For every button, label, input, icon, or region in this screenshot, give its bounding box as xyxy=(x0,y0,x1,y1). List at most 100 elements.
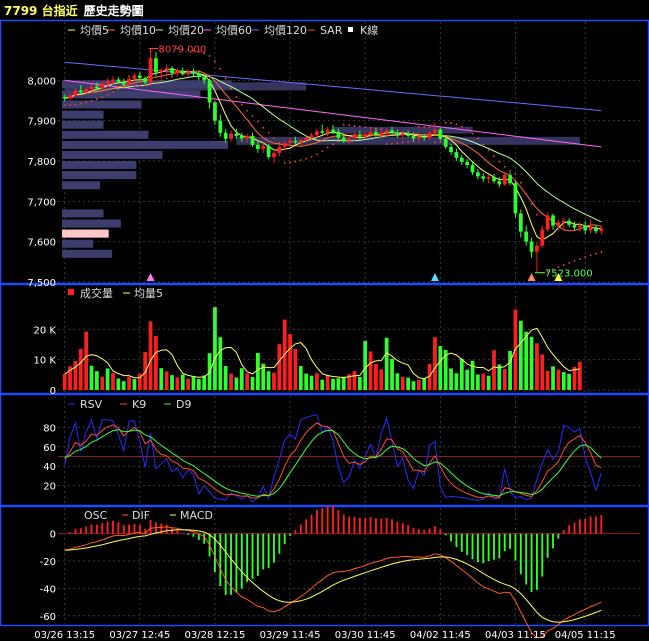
candle-body xyxy=(422,136,427,138)
osc-bar xyxy=(305,519,308,534)
legend-label-ma120: 均價120 xyxy=(264,23,307,37)
candle-body xyxy=(357,135,362,137)
volume-bar xyxy=(95,371,99,390)
candle-body xyxy=(336,131,341,138)
volume-bar xyxy=(84,331,89,390)
osc-bar xyxy=(466,533,469,556)
candle-body xyxy=(379,132,384,135)
osc-bar xyxy=(519,533,522,575)
volume-bar xyxy=(266,371,271,390)
sar-dot xyxy=(235,96,238,99)
sar-dot xyxy=(332,143,334,146)
candle-body xyxy=(304,137,309,141)
candle-body xyxy=(164,68,169,71)
osc-bar xyxy=(385,517,388,534)
candle-body xyxy=(175,70,180,74)
osc-bar xyxy=(240,533,243,589)
volume-bar xyxy=(363,340,368,390)
candle-body xyxy=(132,75,137,79)
sar-dot xyxy=(256,120,259,123)
price-tick-label: 8,000 xyxy=(27,76,56,87)
osc-bar xyxy=(514,533,517,561)
sar-dot xyxy=(79,102,82,105)
sar-dot xyxy=(514,173,517,176)
sar-dot xyxy=(267,131,270,134)
sar-dot xyxy=(246,109,249,112)
candle-body xyxy=(62,97,67,99)
candle-body xyxy=(266,145,271,157)
osc-bar xyxy=(584,518,587,534)
osc-bar xyxy=(332,506,334,534)
candle-body xyxy=(567,220,571,225)
price-tick-label: 7,900 xyxy=(27,117,56,128)
candle-body xyxy=(143,77,148,83)
candle-body xyxy=(502,175,507,185)
candle-body xyxy=(207,80,212,103)
candle-body xyxy=(191,71,196,74)
low-annotation-label: 7523.000 xyxy=(545,269,593,280)
sar-dot xyxy=(144,84,147,87)
osc-bar xyxy=(219,533,222,587)
osc-bar xyxy=(573,522,576,534)
osc-bar xyxy=(187,533,190,535)
volume-bar xyxy=(105,368,110,390)
candle-body xyxy=(443,138,448,147)
volume-bar xyxy=(132,379,137,390)
stock-chart[interactable]: 7,500 7,600 7,700 7,800 7,900 8,000 8079.000 75… xyxy=(0,0,649,641)
sar-dot xyxy=(224,77,227,80)
kd-tick-label: 60 xyxy=(43,443,56,454)
sar-dot xyxy=(509,169,511,172)
osc-bar xyxy=(112,520,114,534)
candle-body xyxy=(449,146,453,153)
volume-bar xyxy=(191,376,196,390)
macd-tick-label: -20 xyxy=(40,557,56,568)
sar-dot xyxy=(353,124,356,127)
candle-body xyxy=(411,135,416,139)
osc-bar xyxy=(289,533,292,536)
candle-body xyxy=(84,89,89,93)
volume-bar xyxy=(357,376,362,390)
osc-bar xyxy=(171,528,173,534)
candle-body xyxy=(518,213,523,232)
osc-bar xyxy=(428,528,431,534)
volume-bar xyxy=(449,368,453,390)
legend-label-d9: D9 xyxy=(176,398,191,411)
legend-label-ma10: 均價10 xyxy=(120,23,156,37)
sar-dot xyxy=(321,150,324,153)
volume-bar xyxy=(374,363,378,390)
volume-bar xyxy=(234,377,239,390)
candle-body xyxy=(250,135,255,145)
osc-bar xyxy=(407,525,410,534)
sar-dot xyxy=(160,79,163,82)
candle-body xyxy=(148,58,153,83)
osc-bar xyxy=(434,526,436,534)
volume-bar xyxy=(551,366,555,390)
volume-bar xyxy=(143,352,148,390)
sar-dot xyxy=(391,142,393,145)
osc-bar xyxy=(117,522,120,534)
candle-body xyxy=(255,144,260,149)
sar-dot xyxy=(128,75,130,78)
candle-body xyxy=(583,225,588,231)
osc-bar xyxy=(562,530,565,534)
candle-body xyxy=(395,132,400,136)
osc-bar xyxy=(364,517,367,534)
osc-bar xyxy=(342,514,345,534)
volume-bar xyxy=(331,378,335,390)
volume-profile-bar xyxy=(62,100,142,109)
sar-dot xyxy=(138,84,141,87)
candle-body xyxy=(594,227,598,232)
volume-bar xyxy=(250,376,255,390)
sar-dot xyxy=(562,264,565,266)
sar-dot xyxy=(487,149,490,152)
osc-bar xyxy=(128,524,131,534)
sar-dot xyxy=(568,261,571,264)
osc-bar xyxy=(256,533,259,576)
candle-body xyxy=(315,131,319,136)
sar-dot xyxy=(493,155,495,158)
candle-body xyxy=(384,130,389,133)
volume-bar xyxy=(459,359,464,390)
volume-bar xyxy=(73,360,78,390)
candle-body xyxy=(170,68,174,74)
volume-bar xyxy=(293,349,298,390)
